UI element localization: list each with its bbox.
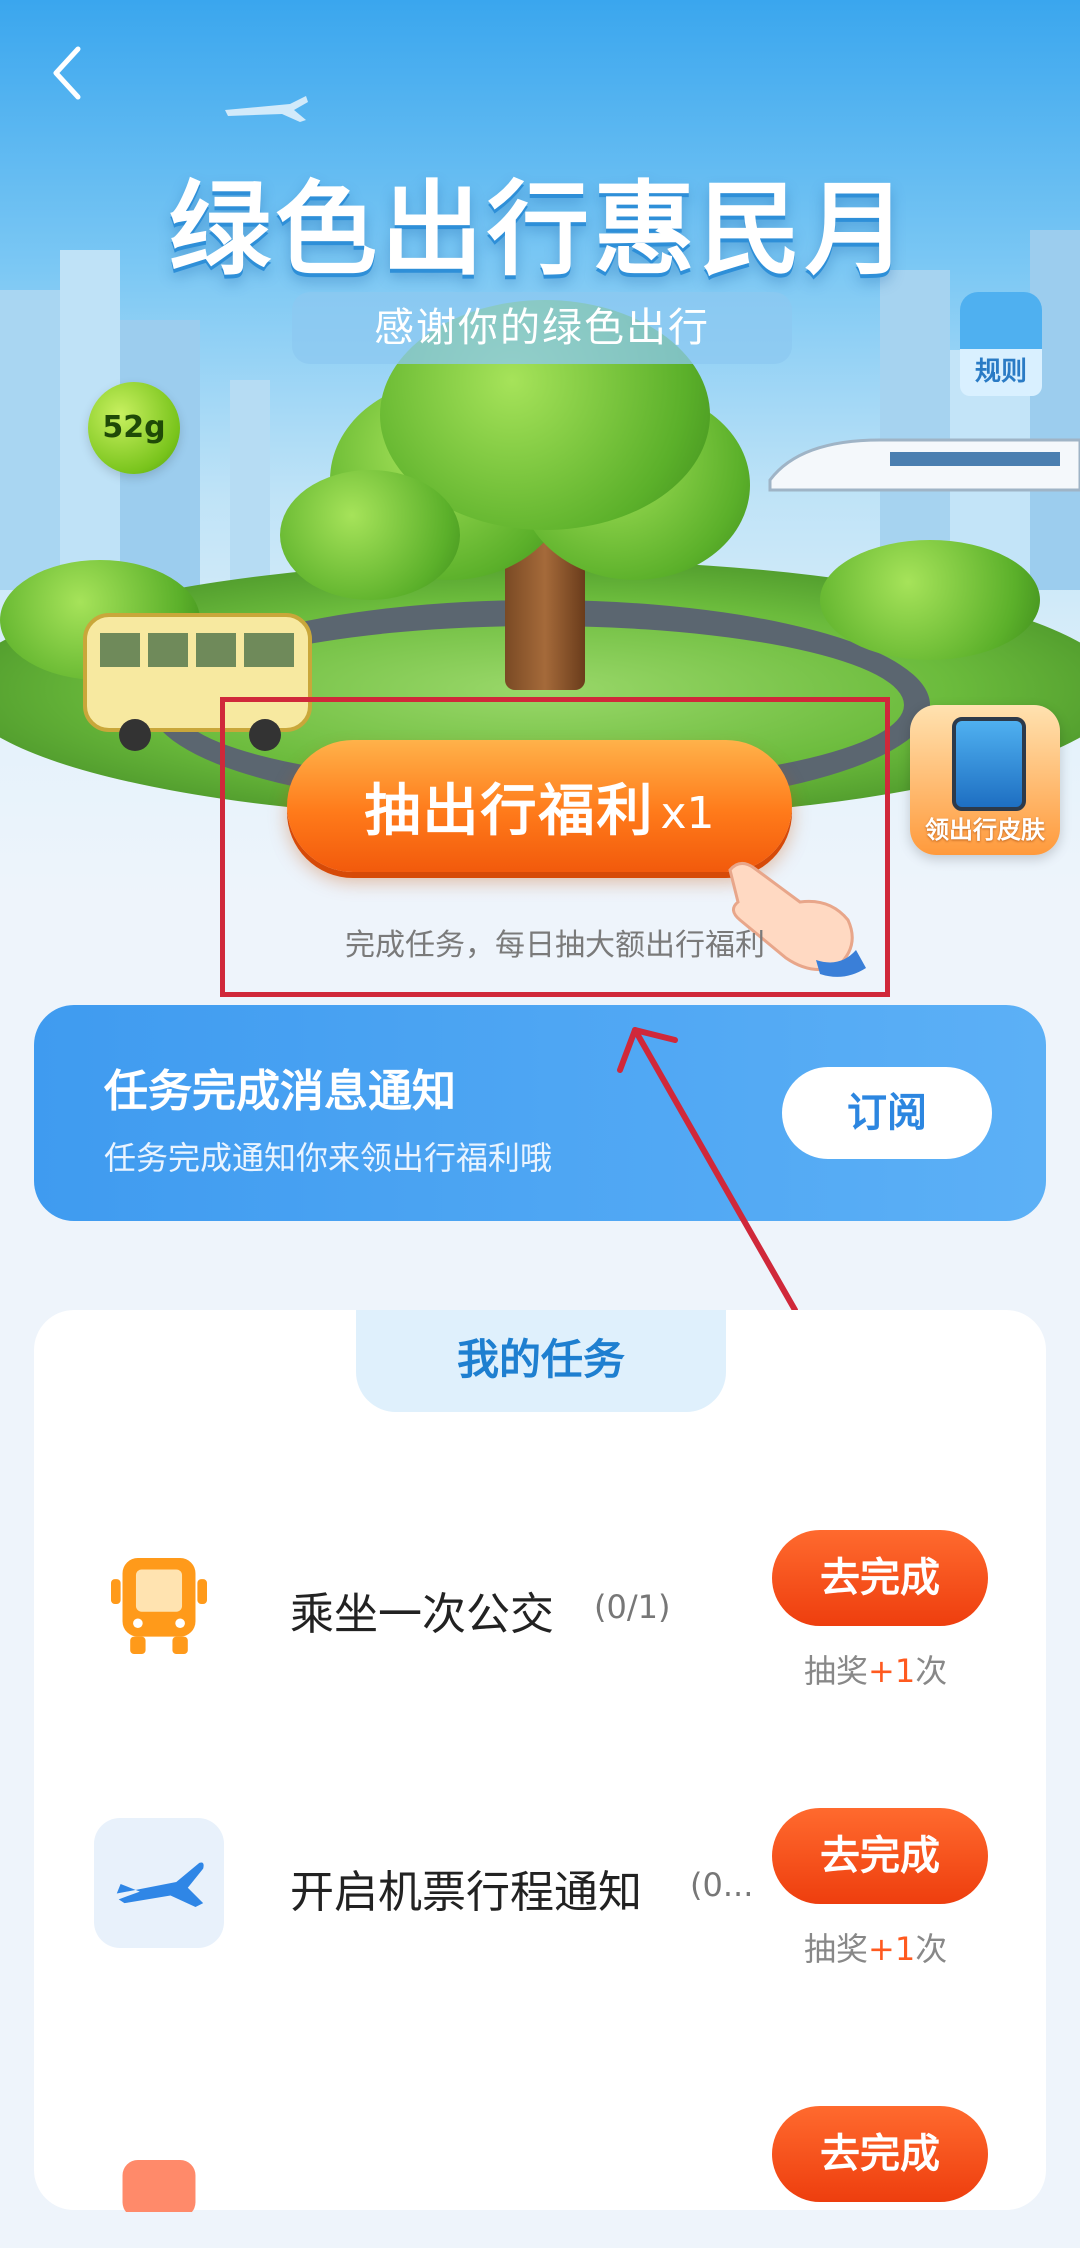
bush bbox=[820, 540, 1040, 660]
airplane-decoration-icon bbox=[225, 96, 308, 122]
reward-suffix: 次 bbox=[915, 1930, 948, 1968]
page-subtitle: 感谢你的绿色出行 bbox=[292, 292, 792, 364]
draw-benefit-button[interactable]: 抽出行福利 x1 bbox=[287, 740, 792, 872]
phone-icon bbox=[952, 717, 1026, 811]
task-icon bbox=[94, 2118, 224, 2248]
travel-skin-label: 领出行皮肤 bbox=[925, 816, 1045, 844]
reward-prefix: 抽奖 bbox=[804, 1652, 869, 1690]
complete-task-button[interactable]: 去完成 bbox=[772, 1808, 988, 1904]
task-reward: 抽奖+1次 bbox=[804, 1646, 947, 1692]
train-illustration bbox=[768, 438, 1080, 492]
notification-title: 任务完成消息通知 bbox=[104, 1066, 456, 1117]
bus-icon bbox=[94, 1540, 224, 1670]
rules-button[interactable]: 规则 bbox=[960, 292, 1042, 396]
chevron-left-icon bbox=[53, 46, 81, 100]
tree-canopy bbox=[280, 470, 460, 600]
carbon-saving-badge[interactable]: 52g bbox=[88, 382, 180, 474]
notification-card: 任务完成消息通知 任务完成通知你来领出行福利哦 订阅 bbox=[34, 1005, 1046, 1221]
annotation-arrow bbox=[617, 1027, 798, 1313]
notification-subtitle: 任务完成通知你来领出行福利哦 bbox=[104, 1139, 553, 1177]
task-reward: 抽奖+1次 bbox=[804, 1924, 947, 1970]
travel-skin-button[interactable]: 领出行皮肤 bbox=[910, 705, 1060, 855]
back-button[interactable] bbox=[38, 38, 98, 108]
airplane-icon bbox=[94, 1818, 224, 1948]
complete-task-button[interactable]: 去完成 bbox=[772, 1530, 988, 1626]
reward-plus: +1 bbox=[868, 1652, 916, 1690]
task-name: 乘坐一次公交 bbox=[290, 1589, 554, 1640]
draw-subtitle: 完成任务，每日抽大额出行福利 bbox=[345, 928, 765, 963]
my-tasks-card: 我的任务 乘坐一次公交 (0/1) 去完成 抽奖+1次 开启机票行程通知 (0.… bbox=[34, 1310, 1046, 2212]
task-row: 开启机票行程通知 (0... 去完成 抽奖+1次 bbox=[34, 1788, 1046, 1968]
task-progress: (0/1) bbox=[594, 1588, 671, 1626]
task-name: 开启机票行程通知 bbox=[290, 1867, 642, 1918]
reward-prefix: 抽奖 bbox=[804, 1930, 869, 1968]
task-progress: (0... bbox=[690, 1866, 754, 1904]
draw-count: x1 bbox=[660, 787, 715, 839]
rules-label: 规则 bbox=[974, 357, 1027, 387]
reward-suffix: 次 bbox=[915, 1652, 948, 1690]
reward-plus: +1 bbox=[868, 1930, 916, 1968]
task-row: 乘坐一次公交 (0/1) 去完成 抽奖+1次 bbox=[34, 1510, 1046, 1690]
draw-benefit-label: 抽出行福利 bbox=[364, 778, 655, 844]
task-row: 去完成 bbox=[34, 2070, 1046, 2240]
complete-task-button[interactable]: 去完成 bbox=[772, 2106, 988, 2202]
my-tasks-tab[interactable]: 我的任务 bbox=[356, 1310, 726, 1412]
page-title: 绿色出行惠民月 bbox=[169, 171, 911, 290]
